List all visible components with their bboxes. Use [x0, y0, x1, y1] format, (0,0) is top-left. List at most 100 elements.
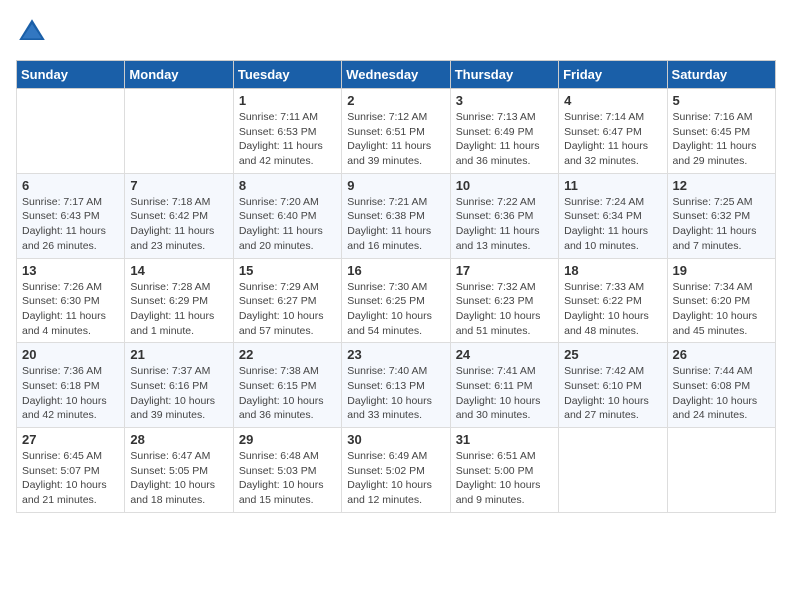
calendar-cell: 20Sunrise: 7:36 AM Sunset: 6:18 PM Dayli… — [17, 343, 125, 428]
day-info: Sunrise: 7:11 AM Sunset: 6:53 PM Dayligh… — [239, 110, 336, 169]
week-row-4: 20Sunrise: 7:36 AM Sunset: 6:18 PM Dayli… — [17, 343, 776, 428]
calendar-cell: 22Sunrise: 7:38 AM Sunset: 6:15 PM Dayli… — [233, 343, 341, 428]
day-info: Sunrise: 6:51 AM Sunset: 5:00 PM Dayligh… — [456, 449, 553, 508]
logo — [16, 16, 52, 48]
calendar-cell: 15 Sunrise: 7:29 AM Sunset: 6:27 PM Dayli… — [233, 258, 341, 343]
day-number: 15 — [239, 263, 336, 278]
week-row-2: 6Sunrise: 7:17 AM Sunset: 6:43 PM Daylig… — [17, 173, 776, 258]
day-number: 20 — [22, 347, 119, 362]
day-info: Sunrise: 6:49 AM Sunset: 5:02 PM Dayligh… — [347, 449, 444, 508]
calendar-cell: 12 Sunrise: 7:25 AM Sunset: 6:32 PM Dayli… — [667, 173, 775, 258]
calendar-cell: 17 Sunrise: 7:32 AM Sunset: 6:23 PM Dayli… — [450, 258, 558, 343]
day-info: Sunrise: 7:16 AM Sunset: 6:45 PM Dayligh… — [673, 110, 770, 169]
header-saturday: Saturday — [667, 61, 775, 89]
day-number: 10 — [456, 178, 553, 193]
calendar-cell: 31Sunrise: 6:51 AM Sunset: 5:00 PM Dayli… — [450, 428, 558, 513]
calendar-cell: 11 Sunrise: 7:24 AM Sunset: 6:34 PM Dayli… — [559, 173, 667, 258]
day-info: Sunrise: 7:40 AM Sunset: 6:13 PM Dayligh… — [347, 364, 444, 423]
calendar-cell: 29 Sunrise: 6:48 AM Sunset: 5:03 PM Dayli… — [233, 428, 341, 513]
calendar-header-row: SundayMondayTuesdayWednesdayThursdayFrid… — [17, 61, 776, 89]
day-info: Sunrise: 7:26 AM Sunset: 6:30 PM Dayligh… — [22, 280, 119, 339]
day-info: Sunrise: 7:24 AM Sunset: 6:34 PM Dayligh… — [564, 195, 661, 254]
day-number: 4 — [564, 93, 661, 108]
day-number: 23 — [347, 347, 444, 362]
week-row-3: 13 Sunrise: 7:26 AM Sunset: 6:30 PM Dayli… — [17, 258, 776, 343]
day-number: 5 — [673, 93, 770, 108]
day-number: 13 — [22, 263, 119, 278]
day-number: 11 — [564, 178, 661, 193]
day-number: 17 — [456, 263, 553, 278]
day-number: 3 — [456, 93, 553, 108]
day-number: 29 — [239, 432, 336, 447]
calendar-cell: 6Sunrise: 7:17 AM Sunset: 6:43 PM Daylig… — [17, 173, 125, 258]
header-wednesday: Wednesday — [342, 61, 450, 89]
calendar-cell: 25Sunrise: 7:42 AM Sunset: 6:10 PM Dayli… — [559, 343, 667, 428]
page-header — [16, 16, 776, 48]
week-row-1: 1 Sunrise: 7:11 AM Sunset: 6:53 PM Daylig… — [17, 89, 776, 174]
calendar-cell: 8 Sunrise: 7:20 AM Sunset: 6:40 PM Daylig… — [233, 173, 341, 258]
calendar-cell: 30 Sunrise: 6:49 AM Sunset: 5:02 PM Dayli… — [342, 428, 450, 513]
day-info: Sunrise: 7:37 AM Sunset: 6:16 PM Dayligh… — [130, 364, 227, 423]
day-info: Sunrise: 6:48 AM Sunset: 5:03 PM Dayligh… — [239, 449, 336, 508]
day-number: 16 — [347, 263, 444, 278]
calendar-cell: 10 Sunrise: 7:22 AM Sunset: 6:36 PM Dayli… — [450, 173, 558, 258]
day-info: Sunrise: 6:47 AM Sunset: 5:05 PM Dayligh… — [130, 449, 227, 508]
day-info: Sunrise: 7:28 AM Sunset: 6:29 PM Dayligh… — [130, 280, 227, 339]
calendar-cell: 13 Sunrise: 7:26 AM Sunset: 6:30 PM Dayli… — [17, 258, 125, 343]
day-number: 30 — [347, 432, 444, 447]
day-number: 9 — [347, 178, 444, 193]
day-info: Sunrise: 7:20 AM Sunset: 6:40 PM Dayligh… — [239, 195, 336, 254]
header-thursday: Thursday — [450, 61, 558, 89]
day-number: 2 — [347, 93, 444, 108]
calendar-cell: 5 Sunrise: 7:16 AM Sunset: 6:45 PM Daylig… — [667, 89, 775, 174]
calendar-cell: 16 Sunrise: 7:30 AM Sunset: 6:25 PM Dayli… — [342, 258, 450, 343]
calendar-cell — [17, 89, 125, 174]
day-number: 24 — [456, 347, 553, 362]
day-info: Sunrise: 7:18 AM Sunset: 6:42 PM Dayligh… — [130, 195, 227, 254]
calendar-cell: 2 Sunrise: 7:12 AM Sunset: 6:51 PM Daylig… — [342, 89, 450, 174]
day-info: Sunrise: 7:33 AM Sunset: 6:22 PM Dayligh… — [564, 280, 661, 339]
day-number: 7 — [130, 178, 227, 193]
day-info: Sunrise: 7:14 AM Sunset: 6:47 PM Dayligh… — [564, 110, 661, 169]
header-tuesday: Tuesday — [233, 61, 341, 89]
calendar-cell: 24 Sunrise: 7:41 AM Sunset: 6:11 PM Dayli… — [450, 343, 558, 428]
day-info: Sunrise: 7:44 AM Sunset: 6:08 PM Dayligh… — [673, 364, 770, 423]
day-info: Sunrise: 7:38 AM Sunset: 6:15 PM Dayligh… — [239, 364, 336, 423]
day-number: 27 — [22, 432, 119, 447]
week-row-5: 27Sunrise: 6:45 AM Sunset: 5:07 PM Dayli… — [17, 428, 776, 513]
day-number: 18 — [564, 263, 661, 278]
day-info: Sunrise: 7:34 AM Sunset: 6:20 PM Dayligh… — [673, 280, 770, 339]
calendar-cell: 7 Sunrise: 7:18 AM Sunset: 6:42 PM Daylig… — [125, 173, 233, 258]
day-info: Sunrise: 7:29 AM Sunset: 6:27 PM Dayligh… — [239, 280, 336, 339]
day-number: 8 — [239, 178, 336, 193]
day-number: 6 — [22, 178, 119, 193]
day-info: Sunrise: 7:41 AM Sunset: 6:11 PM Dayligh… — [456, 364, 553, 423]
day-info: Sunrise: 7:13 AM Sunset: 6:49 PM Dayligh… — [456, 110, 553, 169]
day-info: Sunrise: 7:22 AM Sunset: 6:36 PM Dayligh… — [456, 195, 553, 254]
calendar-cell — [559, 428, 667, 513]
day-info: Sunrise: 7:30 AM Sunset: 6:25 PM Dayligh… — [347, 280, 444, 339]
header-monday: Monday — [125, 61, 233, 89]
calendar-cell: 26 Sunrise: 7:44 AM Sunset: 6:08 PM Dayli… — [667, 343, 775, 428]
day-number: 12 — [673, 178, 770, 193]
day-info: Sunrise: 7:25 AM Sunset: 6:32 PM Dayligh… — [673, 195, 770, 254]
day-number: 28 — [130, 432, 227, 447]
calendar-cell: 28 Sunrise: 6:47 AM Sunset: 5:05 PM Dayli… — [125, 428, 233, 513]
calendar-table: SundayMondayTuesdayWednesdayThursdayFrid… — [16, 60, 776, 513]
day-number: 21 — [130, 347, 227, 362]
calendar-cell: 14 Sunrise: 7:28 AM Sunset: 6:29 PM Dayli… — [125, 258, 233, 343]
day-info: Sunrise: 7:32 AM Sunset: 6:23 PM Dayligh… — [456, 280, 553, 339]
calendar-cell: 3 Sunrise: 7:13 AM Sunset: 6:49 PM Daylig… — [450, 89, 558, 174]
calendar-cell: 18 Sunrise: 7:33 AM Sunset: 6:22 PM Dayli… — [559, 258, 667, 343]
day-info: Sunrise: 7:12 AM Sunset: 6:51 PM Dayligh… — [347, 110, 444, 169]
day-number: 1 — [239, 93, 336, 108]
day-number: 14 — [130, 263, 227, 278]
header-friday: Friday — [559, 61, 667, 89]
header-sunday: Sunday — [17, 61, 125, 89]
calendar-cell: 23 Sunrise: 7:40 AM Sunset: 6:13 PM Dayli… — [342, 343, 450, 428]
calendar-cell: 1 Sunrise: 7:11 AM Sunset: 6:53 PM Daylig… — [233, 89, 341, 174]
day-number: 19 — [673, 263, 770, 278]
calendar-cell: 27Sunrise: 6:45 AM Sunset: 5:07 PM Dayli… — [17, 428, 125, 513]
calendar-cell: 19 Sunrise: 7:34 AM Sunset: 6:20 PM Dayli… — [667, 258, 775, 343]
day-number: 26 — [673, 347, 770, 362]
